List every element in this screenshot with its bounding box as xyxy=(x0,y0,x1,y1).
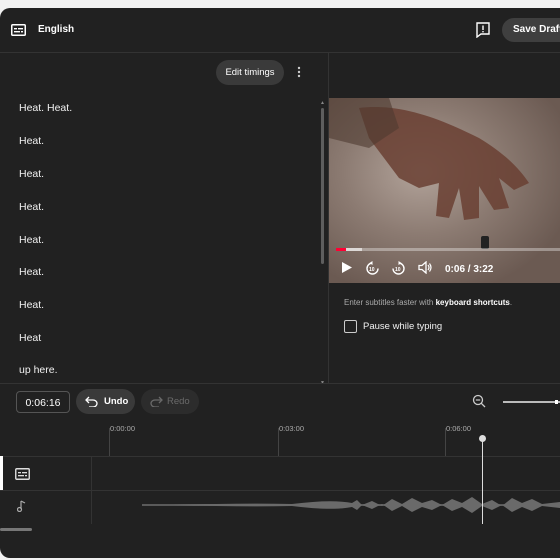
timeline-horizontal-scrollbar[interactable] xyxy=(0,528,32,531)
zoom-slider-thumb[interactable] xyxy=(555,400,558,404)
track-separator xyxy=(0,456,560,457)
shortcut-hint: Enter subtitles faster with keyboard sho… xyxy=(344,298,512,307)
music-note-icon xyxy=(16,499,27,517)
ruler-tick xyxy=(109,428,110,456)
selected-track-indicator xyxy=(0,456,3,490)
subtitle-line[interactable]: Heat. Heat. xyxy=(19,102,72,114)
timeline-playhead[interactable] xyxy=(482,436,483,524)
volume-icon[interactable] xyxy=(418,260,433,279)
pause-while-typing-checkbox[interactable] xyxy=(344,320,357,333)
scrollbar-thumb[interactable] xyxy=(321,108,324,264)
subtitle-line[interactable]: Heat xyxy=(19,332,41,344)
audio-waveform xyxy=(142,497,560,513)
forward-10-icon[interactable]: 10 xyxy=(391,261,406,281)
ruler-label: 0:03:00 xyxy=(279,424,305,433)
subtitle-line[interactable]: Heat. xyxy=(19,168,44,180)
language-label[interactable]: English xyxy=(38,24,74,35)
ruler-tick xyxy=(278,428,279,456)
ruler-label: 0:06:00 xyxy=(446,424,472,433)
ruler-tick xyxy=(445,428,446,456)
time-readout: 0:06 / 3:22 xyxy=(445,264,494,275)
subtitle-line[interactable]: Heat. xyxy=(19,201,44,213)
scroll-up-arrow-icon[interactable]: ▲ xyxy=(320,100,325,106)
top-bar: English Save Draft xyxy=(0,8,560,53)
subtitle-line[interactable]: up here. xyxy=(19,364,58,376)
hint-suffix: . xyxy=(509,298,513,307)
play-icon[interactable] xyxy=(341,261,353,279)
subtitle-list-scrollbar[interactable]: ▲ ▼ xyxy=(320,100,325,386)
keyboard-shortcuts-link[interactable]: keyboard shortcuts xyxy=(436,298,510,307)
video-progress-bar[interactable] xyxy=(336,248,560,251)
subtitles-icon xyxy=(11,23,26,41)
redo-icon xyxy=(150,396,163,410)
video-player[interactable]: 10 10 0:06 / 3:22 xyxy=(329,98,560,283)
subtitle-editor-window: English Save Draft Edit timings Heat. He… xyxy=(0,8,560,558)
rewind-10-icon[interactable]: 10 xyxy=(365,261,380,281)
subtitle-line[interactable]: Heat. xyxy=(19,266,44,278)
subtitle-line[interactable]: Heat. xyxy=(19,299,44,311)
redo-button[interactable]: Redo xyxy=(141,389,199,414)
undo-button[interactable]: Undo xyxy=(76,389,135,414)
save-draft-button[interactable]: Save Draft xyxy=(502,18,560,42)
feedback-icon[interactable] xyxy=(476,22,490,43)
pause-while-typing-label[interactable]: Pause while typing xyxy=(363,321,442,332)
track-separator xyxy=(0,490,560,491)
zoom-slider[interactable] xyxy=(503,400,560,404)
current-timecode-field[interactable]: 0:06:16 xyxy=(16,391,70,413)
svg-text:10: 10 xyxy=(369,267,375,273)
zoom-out-icon[interactable] xyxy=(472,394,486,413)
ruler-label: 0:00:00 xyxy=(110,424,136,433)
subtitles-track-icon xyxy=(15,467,30,485)
hint-text: Enter subtitles faster with xyxy=(344,298,436,307)
edit-timings-button[interactable]: Edit timings xyxy=(216,60,284,85)
subtitle-line[interactable]: Heat. xyxy=(19,135,44,147)
progress-played xyxy=(336,248,346,251)
undo-icon xyxy=(85,396,98,410)
undo-label: Undo xyxy=(104,396,129,407)
timeline-divider xyxy=(0,383,560,384)
svg-text:10: 10 xyxy=(395,267,401,273)
video-hand-image xyxy=(329,98,529,220)
subtitle-line[interactable]: Heat. xyxy=(19,234,44,246)
redo-label: Redo xyxy=(167,396,190,407)
more-options-icon[interactable] xyxy=(297,65,301,83)
